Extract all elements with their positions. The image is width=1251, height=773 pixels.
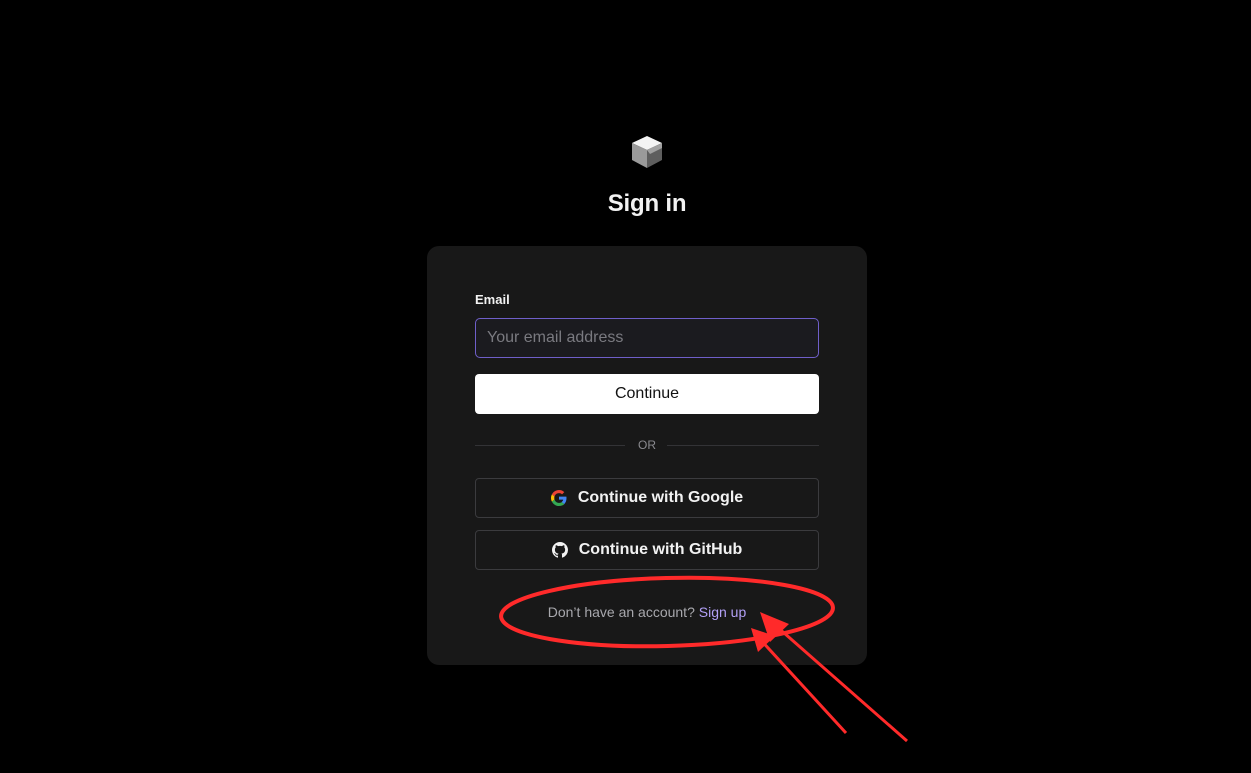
- email-label: Email: [475, 292, 510, 307]
- signup-prompt-text: Don’t have an account?: [547, 604, 695, 620]
- page-title: Sign in: [607, 190, 687, 217]
- signup-prompt: Don’t have an account? Sign up: [427, 604, 867, 620]
- google-button-label: Continue with Google: [577, 489, 744, 506]
- divider-line-right: [667, 445, 819, 446]
- google-icon: [550, 490, 567, 506]
- continue-with-github-button[interactable]: Continue with GitHub: [475, 530, 819, 570]
- or-divider: OR: [475, 437, 819, 453]
- github-button-label: Continue with GitHub: [578, 541, 743, 558]
- sign-up-link[interactable]: Sign up: [699, 604, 746, 620]
- continue-button[interactable]: Continue: [475, 374, 819, 414]
- sign-in-card: Email Continue OR Continue with Google C…: [427, 246, 867, 665]
- email-input[interactable]: [475, 318, 819, 358]
- github-icon: [551, 542, 568, 558]
- sign-in-page: Sign in Email Continue OR Continue with …: [0, 0, 1251, 773]
- continue-with-google-button[interactable]: Continue with Google: [475, 478, 819, 518]
- cube-logo-icon: [632, 136, 662, 168]
